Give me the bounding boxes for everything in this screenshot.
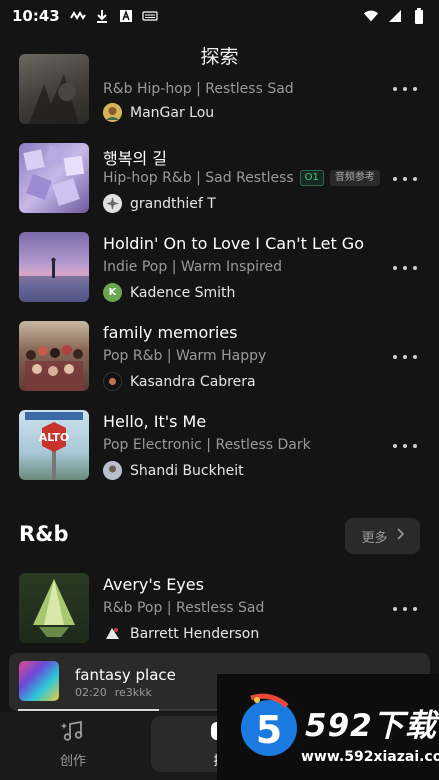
more-options-button[interactable] (393, 169, 417, 189)
app-a-icon (118, 9, 134, 23)
avatar (103, 372, 122, 391)
song-genre: Hip-hop R&b | Sad Restless O1 音频参考 (103, 170, 380, 186)
song-title: 행복의 길 (103, 149, 167, 168)
mini-player-time: 02:20 (75, 686, 107, 699)
song-genre: Pop Electronic | Restless Dark (103, 437, 311, 453)
keyboard-icon (142, 9, 158, 23)
activity-icon (69, 9, 86, 23)
song-cover[interactable] (19, 143, 89, 213)
tab-create-label: 创作 (59, 753, 86, 769)
more-options-button[interactable] (393, 258, 417, 278)
song-author[interactable]: Kasandra Cabrera (103, 372, 256, 391)
svg-text:ALTO: ALTO (39, 431, 70, 444)
mini-player-progress-fill (18, 709, 160, 711)
reference-badge: 音频参考 (329, 170, 380, 186)
song-title: Holdin' On to Love I Can't Let Go (103, 234, 364, 253)
song-genre: R&b Hip-hop | Restless Sad (103, 81, 294, 97)
more-button[interactable]: 更多 (345, 518, 420, 554)
avatar (103, 461, 122, 480)
list-item[interactable]: family memories Pop R&b | Warm Happy Kas… (0, 321, 439, 393)
song-title: Avery's Eyes (103, 575, 204, 594)
list-item[interactable]: Holdin' On to Love I Can't Let Go Indie … (0, 232, 439, 304)
song-author[interactable]: ManGar Lou (103, 103, 214, 122)
song-cover[interactable]: ALTO (19, 410, 89, 480)
more-options-button[interactable] (393, 347, 417, 367)
status-icons-right (363, 8, 427, 24)
watermark-logo: 5 (231, 688, 301, 758)
version-badge: O1 (299, 170, 324, 186)
signal-icon (387, 9, 403, 23)
more-options-button[interactable] (393, 79, 417, 99)
song-genre: Pop R&b | Warm Happy (103, 348, 267, 364)
chevron-right-icon (396, 528, 404, 544)
status-bar: 10:43 (0, 0, 439, 32)
battery-icon (411, 8, 427, 24)
wifi-icon (363, 9, 379, 23)
song-cover[interactable] (19, 54, 89, 124)
watermark: 5 592下载 www.592xiazai.com (217, 674, 439, 780)
song-author[interactable]: grandthief T (103, 194, 216, 213)
avatar: K (103, 283, 122, 302)
song-author[interactable]: K Kadence Smith (103, 283, 235, 302)
watermark-brand: 592下载 (305, 708, 437, 744)
mini-player-cover[interactable] (19, 661, 59, 701)
mini-player-title: fantasy place (75, 666, 176, 684)
watermark-url: www.592xiazai.com (301, 749, 439, 765)
mini-player-author: re3kkk (114, 686, 152, 699)
list-item[interactable]: ALTO Hello, It's Me Pop Electronic | Res… (0, 410, 439, 482)
tab-create[interactable]: 创作 (4, 716, 142, 772)
song-genre: Indie Pop | Warm Inspired (103, 259, 282, 275)
mini-player-meta: 02:20 re3kkk (75, 686, 152, 699)
download-icon (94, 9, 110, 23)
list-item[interactable]: R&b Hip-hop | Restless Sad ManGar Lou (0, 54, 439, 132)
more-options-button[interactable] (393, 599, 417, 619)
song-cover[interactable] (19, 573, 89, 643)
section-header: R&b 更多 (19, 518, 420, 554)
avatar (103, 103, 122, 122)
status-icons-left (69, 9, 158, 23)
song-genre: R&b Pop | Restless Sad (103, 600, 265, 616)
song-title: family memories (103, 323, 238, 342)
avatar (103, 194, 122, 213)
music-note-icon (61, 720, 85, 746)
list-item[interactable]: 행복의 길 Hip-hop R&b | Sad Restless O1 音频参考… (0, 143, 439, 215)
svg-text:5: 5 (256, 708, 282, 752)
more-label: 更多 (361, 530, 388, 546)
song-cover[interactable] (19, 232, 89, 302)
more-options-button[interactable] (393, 436, 417, 456)
list-item[interactable]: Avery's Eyes R&b Pop | Restless Sad Barr… (0, 573, 439, 645)
status-time: 10:43 (12, 7, 60, 25)
song-cover[interactable] (19, 321, 89, 391)
section-title: R&b (19, 522, 69, 546)
song-author[interactable]: Shandi Buckheit (103, 461, 244, 480)
song-title: Hello, It's Me (103, 412, 207, 431)
avatar (103, 624, 122, 643)
song-author[interactable]: Barrett Henderson (103, 624, 259, 643)
